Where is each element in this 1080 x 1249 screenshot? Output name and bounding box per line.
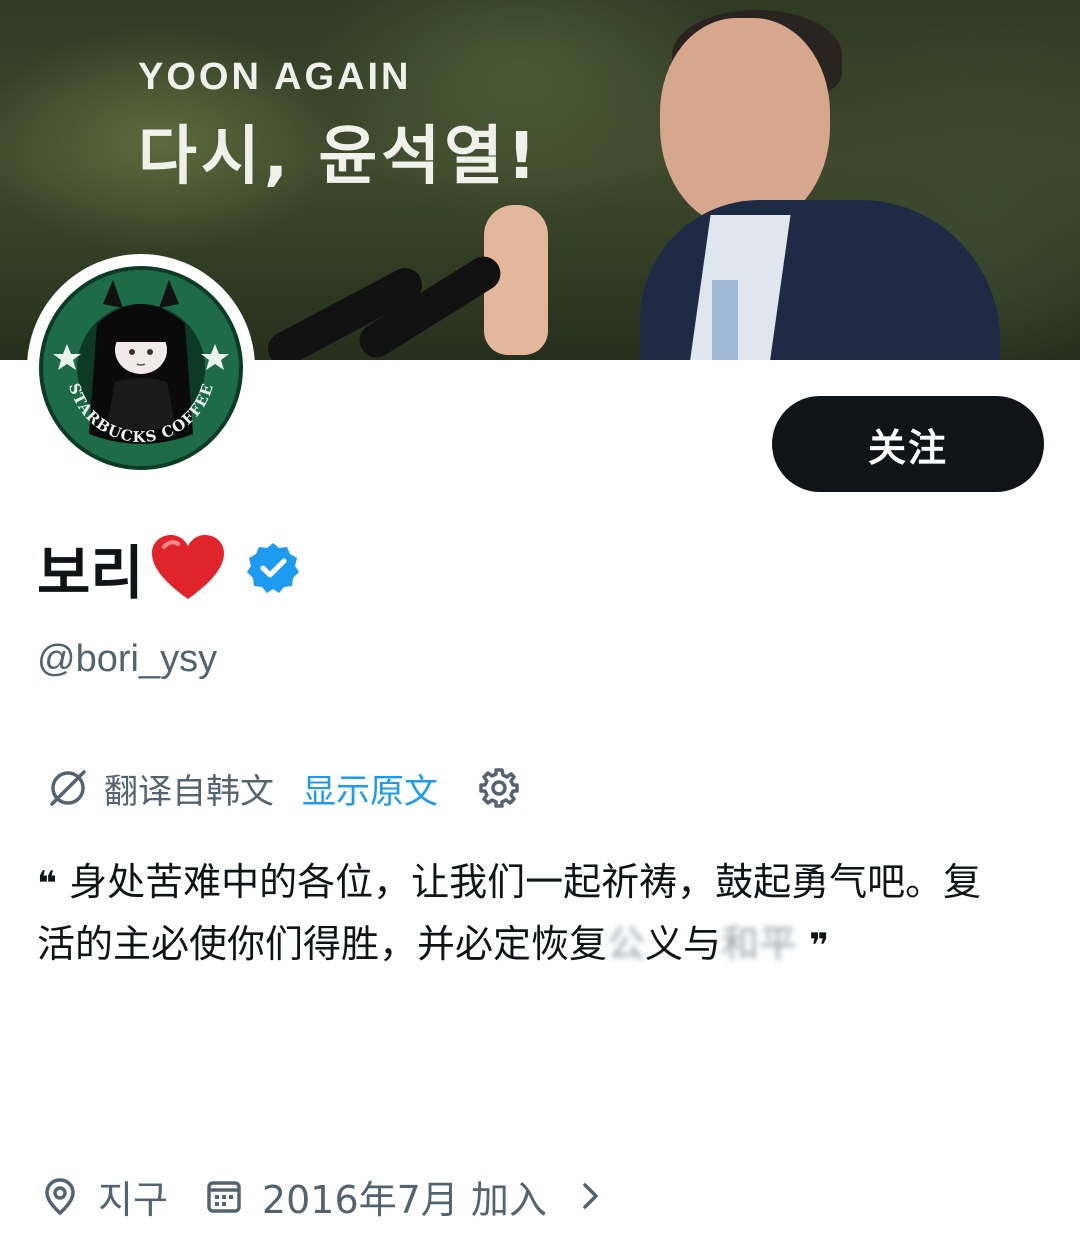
bio-blurred-text: 公	[607, 922, 646, 966]
display-name: 보리	[37, 539, 144, 607]
calendar-icon	[207, 1181, 241, 1213]
chevron-right-icon[interactable]	[575, 1181, 605, 1211]
show-original-link[interactable]: 显示原文	[302, 764, 438, 813]
bio-text-continued: 义与	[645, 922, 722, 966]
verified-badge-icon[interactable]	[246, 541, 300, 595]
gear-icon[interactable]	[478, 767, 520, 809]
follow-button[interactable]: 关注	[772, 396, 1044, 492]
profile-meta-row: 지구 2016年7月 加入	[40, 1168, 605, 1224]
avatar-image: STARBUCKS COFFEE	[39, 266, 243, 470]
display-name-row: 보리	[37, 530, 300, 607]
banner-person-head	[660, 18, 830, 228]
bio-blurred-text: 和平	[721, 922, 798, 966]
close-quote-mark: ❞	[809, 926, 830, 966]
profile-handle: @bori_ysy	[37, 638, 218, 680]
banner-headline-en: YOON AGAIN	[138, 56, 412, 98]
banner-person-tie	[712, 280, 738, 360]
join-date: 2016年7月 加入	[261, 1177, 547, 1222]
banner-headline-ko: 다시, 윤석열!	[138, 120, 541, 194]
location-pin-icon	[45, 1178, 75, 1216]
bio-text: 身处苦难中的各位，让我们一起祈祷，鼓起勇气吧。复活的主必使你们得胜，并必定恢复	[37, 860, 982, 966]
red-heart-icon	[151, 535, 224, 599]
banner-headline: YOON AGAIN 다시, 윤석열!	[138, 56, 540, 197]
profile-location: 지구	[98, 1177, 168, 1222]
open-quote-mark: ❝	[37, 864, 57, 904]
translate-icon	[50, 770, 86, 806]
translated-from-label: 翻译自韩文	[104, 771, 274, 812]
avatar[interactable]: STARBUCKS COFFEE	[27, 254, 255, 482]
translation-row: 翻译自韩文 显示原文	[48, 762, 520, 814]
profile-bio: ❝ 身处苦难中的各位，让我们一起祈祷，鼓起勇气吧。复活的主必使你们得胜，并必定恢…	[37, 852, 997, 976]
